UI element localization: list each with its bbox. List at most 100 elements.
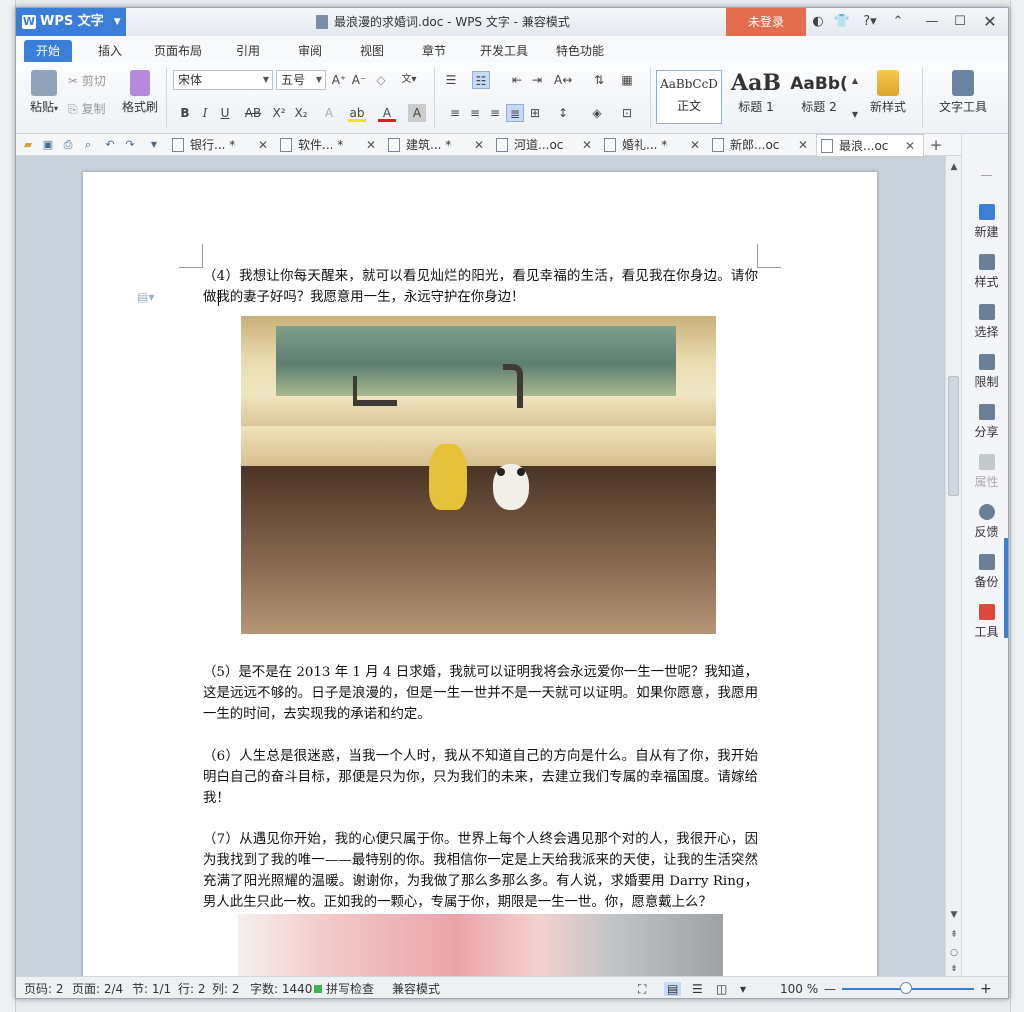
- tab-chapter[interactable]: 章节: [412, 40, 456, 62]
- status-word-count[interactable]: 字数: 1440: [250, 982, 312, 996]
- style-normal[interactable]: AaBbCcD 正文: [656, 70, 722, 124]
- char-shading-icon[interactable]: A: [408, 104, 426, 122]
- toys-photo[interactable]: [241, 316, 716, 634]
- help-icon[interactable]: ?▾: [858, 12, 882, 32]
- style-heading-2[interactable]: AaBb( 标题 2: [788, 70, 850, 124]
- underline-icon[interactable]: U: [216, 104, 234, 122]
- scrollbar-thumb[interactable]: [948, 376, 959, 496]
- sort-icon[interactable]: ⇅: [590, 71, 608, 89]
- format-painter-button[interactable]: 格式刷: [120, 70, 160, 115]
- close-tab-icon[interactable]: ✕: [366, 134, 376, 156]
- paragraph-7[interactable]: （7）从遇见你开始，我的心便只属于你。世界上每个人终会遇见那个对的人，我很开心，…: [203, 829, 758, 913]
- copy-button[interactable]: ⎘ 复制: [68, 100, 105, 117]
- styles-scroll-up-icon[interactable]: ▲: [850, 72, 860, 90]
- cut-button[interactable]: ✂ 剪切: [68, 72, 106, 89]
- document-canvas[interactable]: ▤▾ （4）我想让你每天醒来，就可以看见灿烂的阳光，看见幸福的生活，看见我在你身…: [16, 156, 945, 992]
- doc-tab[interactable]: 银行... * ✕: [168, 134, 276, 156]
- increase-indent-icon[interactable]: ⇥: [528, 71, 546, 89]
- collapse-ribbon-icon[interactable]: ⌃: [888, 12, 908, 32]
- tab-home[interactable]: 开始: [24, 40, 72, 62]
- paragraph-marker-icon[interactable]: ▤▾: [137, 290, 154, 304]
- document-page[interactable]: ▤▾ （4）我想让你每天醒来，就可以看见灿烂的阳光，看见幸福的生活，看见我在你身…: [83, 172, 877, 992]
- maximize-icon[interactable]: ☐: [950, 12, 970, 32]
- italic-icon[interactable]: I: [196, 104, 214, 122]
- bullet-list-icon[interactable]: ☰: [442, 71, 460, 89]
- shrink-font-icon[interactable]: A⁻: [350, 71, 368, 89]
- minimize-icon[interactable]: —: [922, 12, 942, 32]
- tab-page-layout[interactable]: 页面布局: [144, 40, 212, 62]
- wps-menu-button[interactable]: W WPS 文字 ▼: [16, 8, 126, 36]
- font-color-icon[interactable]: A: [378, 104, 396, 122]
- scroll-down-icon[interactable]: ▼: [949, 910, 959, 920]
- print-preview-icon[interactable]: ⌕: [80, 137, 96, 153]
- paragraph-5[interactable]: （5）是不是在 2013 年 1 月 4 日求婚，我就可以证明我将会永远爱你一生…: [203, 662, 758, 725]
- highlight-icon[interactable]: ab: [348, 104, 366, 122]
- numbered-list-icon[interactable]: ☷: [472, 71, 490, 89]
- shading-icon[interactable]: ◈: [588, 104, 606, 122]
- shirt-icon[interactable]: 👕: [832, 12, 852, 32]
- paragraph-4[interactable]: （4）我想让你每天醒来，就可以看见灿烂的阳光，看见幸福的生活，看见我在你身边。请…: [203, 266, 758, 308]
- spellcheck-toggle[interactable]: 拼写检查: [326, 982, 374, 996]
- align-right-icon[interactable]: ≡: [486, 104, 504, 122]
- new-tab-icon[interactable]: +: [928, 137, 944, 153]
- login-button[interactable]: 未登录: [726, 8, 806, 36]
- reading-mode-icon[interactable]: ▾: [740, 982, 746, 996]
- browse-object-icon[interactable]: ○: [949, 948, 959, 958]
- task-tools[interactable]: 工具: [962, 604, 1008, 640]
- task-style[interactable]: 样式: [962, 254, 1008, 290]
- doc-tab[interactable]: 软件... * ✕: [276, 134, 384, 156]
- vertical-scrollbar[interactable]: ▲ ▼ ⇞ ○ ⇟: [945, 156, 961, 976]
- task-pane-resize-handle[interactable]: [1004, 538, 1008, 638]
- clear-format-icon[interactable]: ◇: [372, 71, 390, 89]
- zoom-in-icon[interactable]: +: [980, 982, 992, 996]
- tab-special-features[interactable]: 特色功能: [546, 40, 614, 62]
- task-feedback[interactable]: 反馈: [962, 504, 1008, 540]
- doc-tab[interactable]: 河道...oc ✕: [492, 134, 600, 156]
- doc-tab[interactable]: 婚礼... * ✕: [600, 134, 708, 156]
- doc-tab-active[interactable]: 最浪...oc ✕: [816, 134, 924, 156]
- task-backup[interactable]: 备份: [962, 554, 1008, 590]
- close-icon[interactable]: ✕: [980, 12, 1000, 32]
- undo-icon[interactable]: ↶: [102, 137, 118, 153]
- close-tab-icon[interactable]: ✕: [582, 134, 592, 156]
- strikethrough-icon[interactable]: AB: [242, 104, 264, 122]
- zoom-out-icon[interactable]: —: [824, 982, 836, 996]
- close-tab-icon[interactable]: ✕: [258, 134, 268, 156]
- text-effect-icon[interactable]: A: [320, 104, 338, 122]
- web-view-icon[interactable]: ◫: [716, 982, 727, 996]
- quick-access-menu-icon[interactable]: ▼: [146, 137, 162, 153]
- next-page-icon[interactable]: ⇟: [949, 964, 959, 974]
- doc-tab[interactable]: 新郎...oc ✕: [708, 134, 816, 156]
- doc-tab[interactable]: 建筑... * ✕: [384, 134, 492, 156]
- open-folder-icon[interactable]: ▰: [20, 137, 36, 153]
- tab-view[interactable]: 视图: [350, 40, 394, 62]
- subscript-icon[interactable]: X₂: [292, 104, 310, 122]
- styles-more-icon[interactable]: ▼: [850, 106, 860, 124]
- close-tab-icon[interactable]: ✕: [690, 134, 700, 156]
- task-share[interactable]: 分享: [962, 404, 1008, 440]
- skin-icon[interactable]: ◐: [808, 12, 828, 32]
- close-tab-icon[interactable]: ✕: [798, 134, 808, 156]
- tab-review[interactable]: 审阅: [288, 40, 332, 62]
- tab-developer[interactable]: 开发工具: [470, 40, 538, 62]
- task-restrict[interactable]: 限制: [962, 354, 1008, 390]
- text-tools-button[interactable]: 文字工具: [930, 70, 996, 115]
- close-tab-icon[interactable]: ✕: [474, 134, 484, 156]
- print-icon[interactable]: ⎙: [60, 137, 76, 153]
- align-left-icon[interactable]: ≡: [446, 104, 464, 122]
- font-size-select[interactable]: 五号 ▼: [276, 70, 326, 90]
- justify-icon[interactable]: ≣: [506, 104, 524, 122]
- paragraph-6[interactable]: （6）人生总是很迷惑，当我一个人时，我从不知道自己的方向是什么。自从有了你，我开…: [203, 746, 758, 809]
- zoom-level[interactable]: 100 %: [780, 982, 818, 996]
- prev-page-icon[interactable]: ⇞: [949, 930, 959, 940]
- grow-font-icon[interactable]: A⁺: [330, 71, 348, 89]
- char-scale-icon[interactable]: A↔: [554, 71, 572, 89]
- redo-icon[interactable]: ↷: [122, 137, 138, 153]
- save-icon[interactable]: ▣: [40, 137, 56, 153]
- page-view-icon[interactable]: ▤: [664, 982, 682, 996]
- style-heading-1[interactable]: AaB 标题 1: [724, 70, 788, 124]
- close-tab-icon[interactable]: ✕: [905, 135, 915, 157]
- task-properties[interactable]: 属性: [962, 454, 1008, 490]
- align-center-icon[interactable]: ≡: [466, 104, 484, 122]
- fullscreen-icon[interactable]: ⛶: [638, 982, 646, 996]
